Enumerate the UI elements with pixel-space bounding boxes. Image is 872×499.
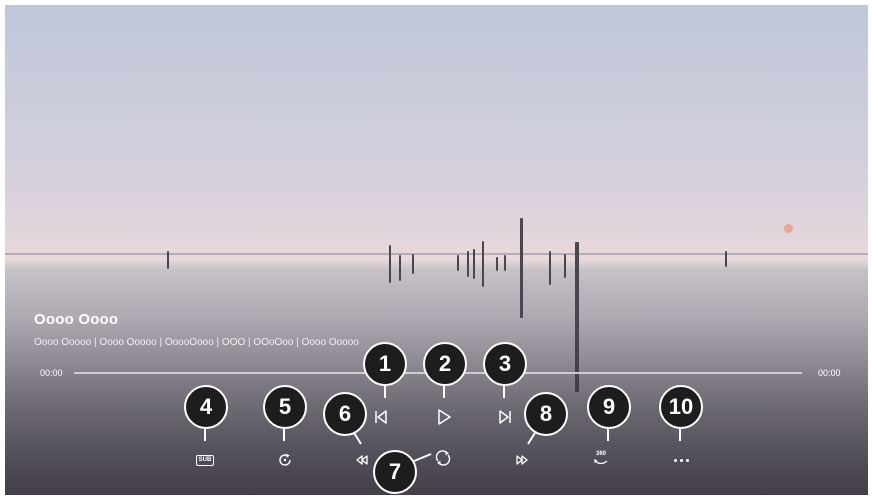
pier-pole xyxy=(482,241,484,287)
callout-badge: 6 xyxy=(323,392,367,436)
previous-button[interactable] xyxy=(371,407,391,427)
callout-badge: 7 xyxy=(373,450,417,494)
repeat-button[interactable] xyxy=(275,450,295,470)
callout-7: 7 xyxy=(373,450,432,494)
callout-badge: 5 xyxy=(263,385,307,429)
callout-8: 8 xyxy=(524,392,568,448)
pier-pole xyxy=(725,251,727,267)
vr-360-label: 360 xyxy=(595,450,606,457)
callout-3: 3 xyxy=(483,342,527,398)
rewind-icon xyxy=(356,455,368,465)
skip-next-icon xyxy=(499,410,511,424)
play-icon xyxy=(438,409,451,425)
total-time: 00:00 xyxy=(818,368,841,378)
more-icon xyxy=(673,458,689,462)
pier-pole xyxy=(467,251,469,277)
callout-1: 1 xyxy=(363,342,407,398)
callout-9: 9 xyxy=(587,385,631,441)
callout-badge: 8 xyxy=(524,392,568,436)
rotate-button[interactable] xyxy=(432,447,454,469)
pier-pole xyxy=(399,255,401,281)
pier-pole xyxy=(412,254,414,274)
callout-badge: 3 xyxy=(483,342,527,386)
media-title: Oooo Oooo xyxy=(34,311,119,328)
play-button[interactable] xyxy=(433,406,455,428)
skip-previous-icon xyxy=(375,410,387,424)
callout-2: 2 xyxy=(423,342,467,398)
callout-badge: 9 xyxy=(587,385,631,429)
callout-6: 6 xyxy=(323,392,367,448)
callout-badge: 10 xyxy=(659,385,703,429)
pier-pole xyxy=(504,255,506,271)
callout-10: 10 xyxy=(659,385,703,441)
rewind-button[interactable] xyxy=(352,450,372,470)
pier-pole xyxy=(520,218,523,318)
callout-badge: 2 xyxy=(423,342,467,386)
pier-pole xyxy=(389,245,391,283)
vr-360-button[interactable]: 360 xyxy=(589,445,613,471)
pier-pole xyxy=(457,255,459,271)
callout-badge: 1 xyxy=(363,342,407,386)
pier-pole xyxy=(564,254,566,278)
next-button[interactable] xyxy=(495,407,515,427)
subtitle-button[interactable]: SUB xyxy=(191,450,219,470)
media-details: Oooo Ooooo | Oooo Ooooo | OoooOooo | OOO… xyxy=(34,337,359,348)
fast-forward-button[interactable] xyxy=(512,450,532,470)
sun xyxy=(784,224,793,233)
more-options-button[interactable] xyxy=(669,450,693,470)
horizon-line xyxy=(5,253,868,255)
callout-badge: 4 xyxy=(184,385,228,429)
fast-forward-icon xyxy=(516,455,528,465)
callout-5: 5 xyxy=(263,385,307,441)
pier-pole xyxy=(496,257,498,271)
vr-360-icon xyxy=(594,458,608,464)
callout-4: 4 xyxy=(184,385,228,441)
rotate-icon xyxy=(435,450,451,466)
pier-pole xyxy=(167,251,169,269)
pier-pole xyxy=(549,251,551,285)
repeat-icon xyxy=(279,453,291,466)
subtitle-icon: SUB xyxy=(195,454,215,466)
pier-pole xyxy=(473,249,475,279)
elapsed-time: 00:00 xyxy=(40,368,63,378)
